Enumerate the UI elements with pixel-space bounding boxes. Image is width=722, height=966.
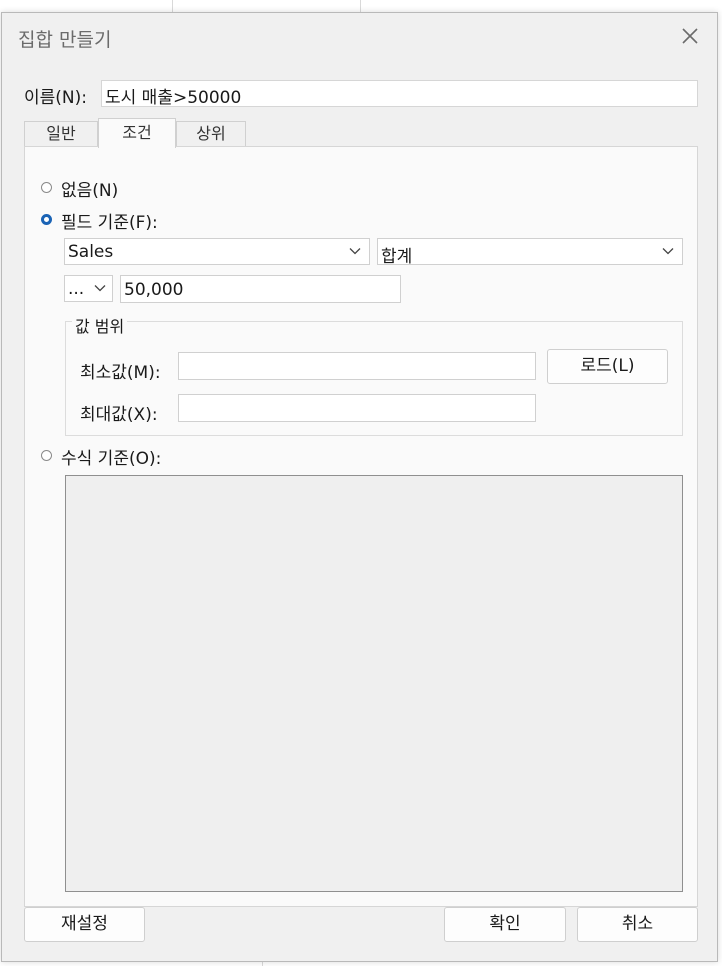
field-dropdown-value: Sales [68, 242, 114, 262]
load-button[interactable]: 로드(L) [547, 349, 668, 384]
close-button[interactable] [677, 23, 703, 49]
reset-button[interactable]: 재설정 [24, 907, 145, 942]
close-icon [682, 28, 698, 44]
operator-dropdown[interactable]: ... [64, 275, 113, 302]
cancel-button[interactable]: 취소 [577, 907, 698, 942]
operator-dropdown-value: ... [68, 279, 85, 299]
radio-by-formula-label[interactable]: 수식 기준(O): [61, 444, 161, 469]
threshold-input[interactable]: 50,000 [120, 275, 401, 303]
formula-editor[interactable] [65, 475, 683, 892]
aggregation-dropdown-value: 합계 [381, 247, 413, 267]
name-input[interactable]: 도시 매출>50000 [101, 80, 698, 108]
value-range-group: 값 범위 최소값(M): 로드(L) 최대값(X): [65, 313, 683, 436]
ok-button[interactable]: 확인 [444, 907, 566, 942]
radio-none-label[interactable]: 없음(N) [61, 176, 118, 201]
chevron-down-icon [94, 285, 106, 292]
chevron-down-icon [662, 248, 674, 255]
radio-by-field-label[interactable]: 필드 기준(F): [61, 208, 158, 233]
radio-by-field[interactable] [41, 214, 52, 225]
create-set-dialog: 집합 만들기 이름(N): 도시 매출>50000 일반 조건 상위 없음(N)… [1, 12, 718, 962]
value-range-title: 값 범위 [72, 313, 128, 337]
chevron-down-icon [349, 248, 361, 255]
title-bar: 집합 만들기 [2, 13, 717, 61]
background-divider [262, 962, 263, 966]
min-value-input[interactable] [178, 352, 536, 380]
field-dropdown[interactable]: Sales [64, 238, 370, 265]
condition-panel: 없음(N) 필드 기준(F): Sales 합계 ... 50,000 값 범위 [24, 146, 698, 907]
min-value-label: 최소값(M): [80, 363, 161, 383]
max-value-label: 최대값(X): [80, 405, 158, 425]
tab-general[interactable]: 일반 [24, 121, 98, 147]
tab-condition[interactable]: 조건 [98, 118, 176, 148]
name-label: 이름(N): [24, 88, 87, 108]
dialog-title: 집합 만들기 [18, 29, 112, 51]
max-value-input[interactable] [178, 394, 536, 422]
tab-top[interactable]: 상위 [176, 121, 246, 147]
radio-none[interactable] [41, 182, 52, 193]
threshold-value: 50,000 [124, 280, 184, 300]
background-divider [172, 0, 173, 12]
radio-by-formula[interactable] [41, 450, 52, 461]
aggregation-dropdown[interactable]: 합계 [377, 238, 683, 267]
background-divider [360, 0, 361, 12]
